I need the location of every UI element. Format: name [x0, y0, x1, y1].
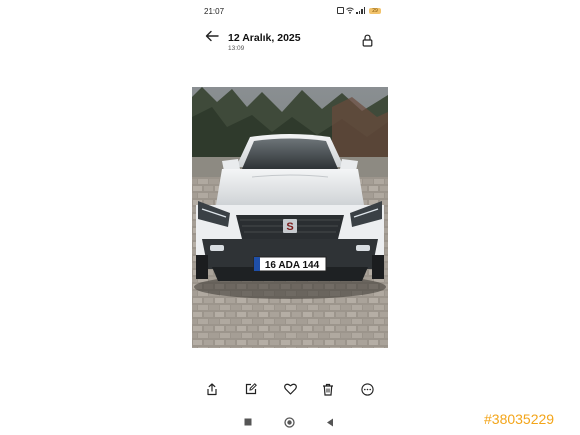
- edit-button[interactable]: [242, 380, 260, 398]
- more-icon: [360, 382, 374, 396]
- favorite-button[interactable]: [281, 380, 299, 398]
- lock-icon: [362, 34, 372, 47]
- photo-action-bar: [0, 380, 580, 400]
- page-title: 12 Aralık, 2025: [228, 32, 301, 44]
- status-bar: 21:07 29: [0, 0, 580, 22]
- home-button[interactable]: [281, 414, 297, 430]
- page-subtitle: 13:09: [228, 45, 245, 52]
- nav-back-button[interactable]: [322, 414, 338, 430]
- back-triangle-icon: [327, 418, 333, 426]
- nfc-icon: [337, 7, 344, 14]
- recents-square-icon: [244, 418, 252, 426]
- delete-button[interactable]: [319, 380, 337, 398]
- status-time: 21:07: [204, 7, 225, 16]
- share-button[interactable]: [203, 380, 221, 398]
- heart-icon: [283, 383, 297, 395]
- signal-icon: [356, 7, 365, 14]
- status-icons: 29: [337, 7, 381, 14]
- viewer-header: 12 Aralık, 2025 13:09: [0, 26, 580, 56]
- car-photo[interactable]: S 16 ADA 144: [192, 87, 388, 348]
- car-photo-image: S 16 ADA 144: [192, 87, 388, 348]
- recents-button[interactable]: [240, 414, 256, 430]
- license-plate: 16 ADA 144: [265, 260, 320, 271]
- edit-icon: [245, 383, 257, 395]
- wifi-icon: [346, 7, 354, 14]
- more-button[interactable]: [358, 380, 376, 398]
- battery-icon: 29: [369, 7, 381, 14]
- trash-icon: [323, 383, 333, 396]
- home-circle-icon: [283, 416, 295, 428]
- share-icon: [207, 382, 217, 395]
- listing-watermark: #38035229: [484, 411, 555, 427]
- back-button[interactable]: [203, 28, 221, 44]
- arrow-left-icon: [205, 30, 219, 42]
- lock-button[interactable]: [360, 32, 374, 48]
- brand-emblem: S: [286, 221, 293, 233]
